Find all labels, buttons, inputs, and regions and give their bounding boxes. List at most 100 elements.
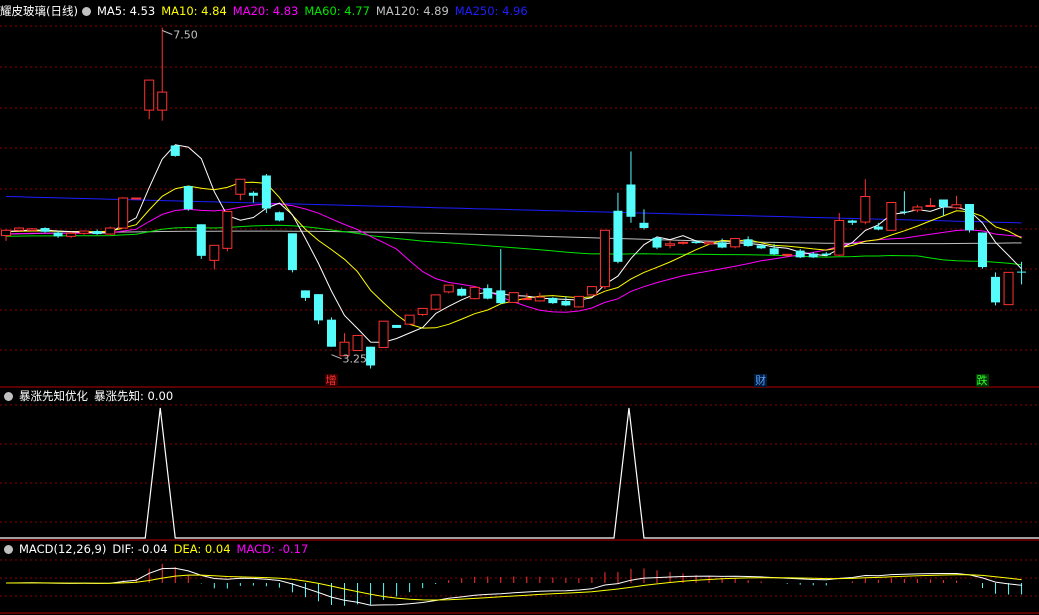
indicator1-line	[0, 407, 1039, 539]
candle-down	[548, 297, 558, 304]
candle-up	[678, 241, 689, 244]
candle-down	[652, 237, 662, 248]
candle-up	[521, 298, 532, 301]
candle-down	[287, 233, 297, 271]
candle-down	[483, 288, 493, 299]
candle-up	[599, 229, 610, 288]
candle-down	[53, 232, 63, 237]
candle-up	[469, 286, 480, 300]
candle-down	[808, 253, 818, 258]
candle-down	[170, 145, 180, 156]
candle-up	[79, 230, 90, 234]
event-tag[interactable]: 跌	[975, 374, 989, 387]
candle-up	[144, 79, 155, 111]
ma-legend-item: MA5: 4.53	[96, 4, 156, 18]
candle-down	[795, 250, 805, 258]
candlesticks	[1, 27, 1027, 369]
stock-title[interactable]: 耀皮玻璃(日线)	[0, 4, 78, 18]
candle-up	[925, 205, 936, 208]
settings-gear-icon[interactable]	[81, 7, 91, 16]
candle-up	[222, 211, 233, 249]
indicator1-value: 暴涨先知: 0.00	[94, 389, 174, 403]
macd-plot	[5, 563, 1023, 606]
candle-down	[261, 175, 271, 209]
candle-down	[964, 204, 974, 231]
macd-gear-icon[interactable]	[4, 545, 13, 554]
ma-legend-item: MA10: 4.84	[161, 4, 227, 18]
candle-up	[860, 196, 871, 223]
dea-value: DEA: 0.04	[173, 542, 231, 556]
indicator1-header: 暴涨先知优化 暴涨先知: 0.00	[0, 388, 179, 404]
high-label: 7.50	[173, 29, 198, 42]
candle-down	[717, 242, 727, 248]
macd-name[interactable]: MACD(12,26,9)	[19, 542, 106, 556]
candle-up	[27, 228, 38, 231]
candle-down	[392, 324, 402, 328]
candle-up	[404, 314, 415, 325]
candle-down	[300, 290, 310, 298]
candle-up	[665, 243, 676, 246]
candle-up	[14, 227, 25, 231]
candle-up	[1, 229, 11, 237]
ma-legend-item: MA250: 4.96	[454, 4, 528, 18]
candle-up	[586, 286, 597, 296]
candle-up	[430, 294, 441, 310]
candle-up	[704, 241, 715, 245]
candle-up	[886, 202, 897, 231]
indicator1-plot	[0, 407, 1039, 539]
candle-up	[352, 334, 363, 351]
candle-down	[756, 245, 766, 249]
candle-down	[196, 224, 206, 256]
main-header: 耀皮玻璃(日线) MA5: 4.53 MA10: 4.84 MA20: 4.83 MA6…	[0, 3, 540, 19]
candle-up	[66, 232, 77, 237]
candle-up	[834, 220, 845, 256]
indicator1-gear-icon[interactable]	[4, 392, 13, 401]
candle-up	[209, 244, 220, 261]
moving-average-lines	[5, 144, 1022, 343]
candle-up	[157, 91, 168, 111]
event-tag[interactable]: 增	[324, 374, 338, 387]
candle-up	[131, 197, 142, 200]
candle-down	[274, 212, 284, 221]
candle-up	[782, 253, 793, 256]
ma-legend-item: MA20: 4.83	[232, 4, 299, 18]
low-label: 3.25	[343, 353, 368, 366]
candle-down	[1017, 271, 1027, 273]
indicator1-name[interactable]: 暴涨先知优化	[19, 389, 88, 403]
candle-up	[730, 238, 741, 248]
event-tag[interactable]: 财	[754, 374, 768, 387]
candle-up	[443, 284, 454, 293]
candle-down	[457, 288, 467, 296]
candle-up	[534, 296, 545, 302]
candle-down	[821, 253, 831, 256]
candle-down	[327, 319, 336, 347]
candle-down	[978, 232, 987, 268]
price-grid	[0, 25, 1039, 614]
candle-down	[626, 184, 636, 217]
candle-up	[1003, 271, 1014, 306]
ma120-line	[5, 230, 1022, 245]
candle-down	[313, 294, 323, 321]
candle-down	[938, 199, 948, 208]
candle-down	[691, 241, 701, 244]
candle-down	[847, 220, 857, 223]
candle-down	[366, 346, 376, 366]
candle-up	[118, 197, 129, 229]
candle-down	[92, 231, 102, 235]
candle-down	[873, 226, 883, 230]
ma-legend: MA5: 4.53 MA10: 4.84 MA20: 4.83 MA60: 4.77 M…	[97, 4, 534, 18]
candle-down	[743, 239, 753, 247]
candle-up	[105, 227, 116, 235]
candle-up	[508, 292, 519, 303]
candle-down	[183, 185, 193, 210]
candle-down	[496, 290, 506, 304]
candle-up	[235, 178, 246, 195]
candle-down	[40, 228, 50, 232]
candle-down	[899, 211, 909, 213]
candle-down	[991, 276, 1001, 303]
ma-legend-item: MA120: 4.89	[375, 4, 449, 18]
dif-value: DIF: -0.04	[112, 542, 168, 556]
high-label-pointer	[162, 30, 173, 35]
candle-up	[378, 320, 389, 348]
candle-down	[561, 300, 571, 306]
